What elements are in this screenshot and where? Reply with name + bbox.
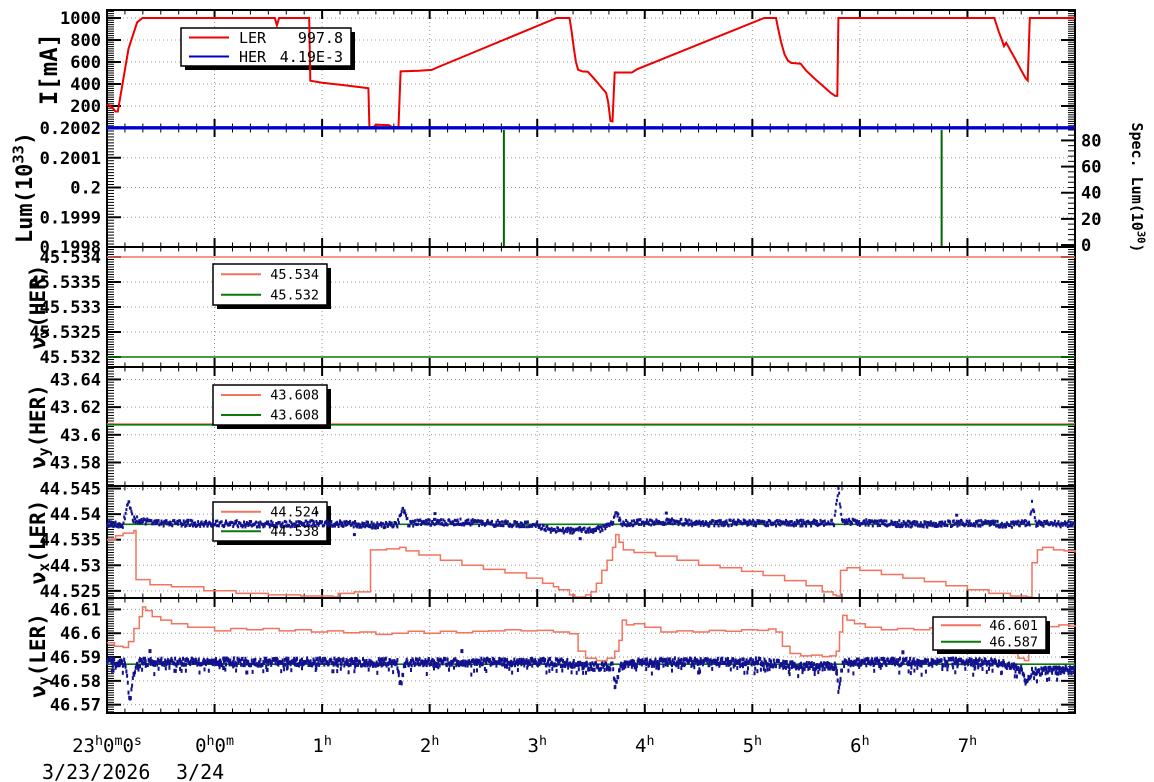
x-axis-date-right: 3/24 — [176, 760, 225, 782]
ytick-label-nuy-ler: 46.6 — [60, 624, 101, 644]
xtick-label: 0h0m — [195, 734, 234, 757]
legend-nux-ler-value-0: 44.524 — [270, 504, 319, 520]
right-ytick-label: 40 — [1081, 184, 1101, 204]
right-ytick-label: 20 — [1081, 210, 1101, 230]
xtick-label: 2h — [420, 734, 439, 757]
ytick-label-nuy-ler: 46.58 — [50, 672, 101, 692]
x-axis-date-left: 3/23/2026 — [42, 760, 151, 782]
xtick-label: 5h — [743, 734, 762, 757]
ytick-label-nux-her: 45.532 — [40, 348, 101, 368]
ytick-label-current: 1000 — [60, 9, 101, 29]
right-ytick-label: 0 — [1081, 236, 1091, 256]
nuy-ler-fft — [106, 656, 1076, 701]
ytick-label-lum: 0.2002 — [40, 119, 101, 139]
xtick-label: 4h — [635, 734, 654, 757]
ytick-label-current: 400 — [70, 75, 101, 95]
y-axis-title-current: I[mA] — [35, 33, 63, 105]
beam-tune-monitor-screen: LER 997.8 HER 4.19E-3 200 400 600 800 1000 I[mA] 0… — [0, 0, 1154, 782]
ytick-label-nux-ler: 44.54 — [50, 505, 101, 525]
xtick-label: 23h0m0s — [72, 734, 142, 757]
panel-current — [106, 9, 1076, 130]
ytick-label-nuy-ler: 46.61 — [50, 600, 101, 620]
beam-monitor-chart: LER 997.8HER 4.19E-32004006008001000I[mA]0… — [10, 9, 1147, 757]
ytick-label-current: 200 — [70, 97, 101, 117]
ytick-label-nuy-ler: 46.59 — [50, 648, 101, 668]
panel-nux-her — [106, 246, 1076, 368]
ytick-label-nux-ler: 44.545 — [40, 480, 101, 500]
ytick-label-lum: 0.2 — [70, 179, 101, 199]
legend-current-label-1: HER — [239, 48, 267, 66]
xtick-label: 6h — [850, 734, 869, 757]
legend-nux-ler-value-1: 44.538 — [270, 524, 319, 540]
legend-nuy-ler-value-0: 46.601 — [989, 618, 1038, 634]
legend-nuy-her-value-0: 43.608 — [270, 388, 319, 404]
ytick-label-current: 600 — [70, 53, 101, 73]
y-axis-title-nuy-her: νy(HER) — [26, 384, 53, 469]
panel-lum — [106, 126, 1076, 248]
y-axis-title-lum: Lum(1033) — [10, 132, 38, 243]
legend-nux-her-value-0: 45.534 — [270, 267, 319, 283]
ytick-label-nuy-her: 43.64 — [50, 370, 101, 390]
legend-current-value-1: 4.19E-3 — [280, 48, 343, 66]
right-ytick-label: 60 — [1081, 158, 1101, 178]
ytick-label-nux-ler: 44.53 — [50, 556, 101, 576]
panel-nux-ler — [106, 485, 1076, 599]
xtick-label: 3h — [527, 734, 546, 757]
legend-nuy-ler-value-1: 46.587 — [989, 634, 1038, 650]
right-ytick-label: 80 — [1081, 131, 1101, 151]
legend-current-label-0: LER — [239, 29, 267, 47]
ytick-label-lum: 0.2001 — [40, 149, 101, 169]
right-axis-title-lum: Spec. Lum(1030) — [1128, 122, 1147, 252]
panel-nuy-ler — [106, 597, 1076, 714]
legend-nux-her-value-1: 45.532 — [270, 287, 319, 303]
ytick-label-nuy-her: 43.62 — [50, 398, 101, 418]
xtick-label: 7h — [958, 734, 977, 757]
legend-nuy-her-value-1: 43.608 — [270, 408, 319, 424]
ytick-label-nuy-her: 43.6 — [60, 426, 101, 446]
ytick-label-nuy-her: 43.58 — [50, 453, 101, 473]
panel-frame — [106, 597, 1076, 714]
panel-nuy-her — [106, 366, 1076, 487]
ytick-label-lum: 0.1999 — [40, 208, 101, 228]
y-axis-title-nux-ler: νx(LER) — [26, 500, 53, 585]
nux-ler-outliers — [315, 511, 959, 541]
legend-current-value-0: 997.8 — [298, 29, 343, 47]
nuy-ler-measured — [107, 606, 1076, 662]
xtick-label: 1h — [312, 734, 331, 757]
ytick-label-nuy-ler: 46.57 — [50, 696, 101, 716]
y-axis-title-nuy-ler: νy(LER) — [26, 613, 53, 698]
ytick-label-current: 800 — [70, 31, 101, 51]
